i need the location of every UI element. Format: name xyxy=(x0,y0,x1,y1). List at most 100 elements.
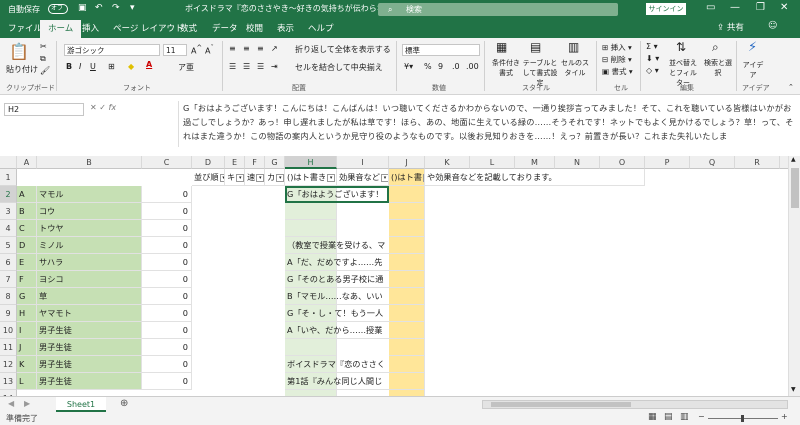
share-button[interactable]: ⇪ 共有 xyxy=(717,21,744,33)
cell-h3[interactable] xyxy=(285,203,337,220)
comma-icon[interactable]: 9 xyxy=(438,62,443,71)
cell-j3[interactable] xyxy=(389,203,425,220)
character-id-cell[interactable]: F xyxy=(17,271,37,288)
maximize-icon[interactable]: ❐ xyxy=(756,2,765,13)
paste-button[interactable]: 貼り付け xyxy=(6,64,38,75)
add-sheet-icon[interactable]: ⊕ xyxy=(120,398,128,409)
character-name-cell[interactable]: 男子生徒 xyxy=(37,373,142,390)
minimize-icon[interactable]: — xyxy=(730,2,740,13)
filter-dropdown-icon[interactable]: ▾ xyxy=(236,173,244,182)
header-cell-j[interactable]: ()はト書▾ xyxy=(389,169,425,186)
cell-j9[interactable] xyxy=(389,305,425,322)
row-header-3[interactable]: 3 xyxy=(0,203,17,220)
script-line-cell[interactable]: A「だ、だめですよ……先 xyxy=(285,254,389,271)
underline-icon[interactable]: U xyxy=(90,62,96,71)
character-name-cell[interactable]: 男子生徒 xyxy=(37,322,142,339)
tab-home[interactable]: ホーム xyxy=(40,20,82,38)
cell-j2[interactable] xyxy=(389,186,425,203)
font-size-select[interactable]: 11 xyxy=(163,44,187,56)
decrease-decimal-icon[interactable]: .00 xyxy=(466,62,479,71)
enter-icon[interactable]: ✓ xyxy=(99,103,106,112)
column-header-s[interactable]: S xyxy=(780,156,788,169)
column-header-g[interactable]: G xyxy=(265,156,285,169)
character-id-cell[interactable]: I xyxy=(17,322,37,339)
clear-icon[interactable]: ◇ ▾ xyxy=(646,66,659,75)
character-name-cell[interactable]: ヨシコ xyxy=(37,271,142,288)
header-cell-e[interactable]: キ ▾ xyxy=(225,169,245,186)
character-id-cell[interactable]: D xyxy=(17,237,37,254)
column-header-j[interactable]: J xyxy=(389,156,425,169)
scroll-up-icon[interactable]: ▲ xyxy=(791,156,796,163)
column-header-p[interactable]: P xyxy=(645,156,690,169)
character-name-cell[interactable]: 男子生徒 xyxy=(37,339,142,356)
paste-icon[interactable]: 📋 xyxy=(9,42,29,61)
script-line-cell[interactable]: G「そ・し・て！もう一人 xyxy=(285,305,389,322)
column-header-i[interactable]: I xyxy=(337,156,389,169)
character-count-cell[interactable]: 0 xyxy=(142,322,192,339)
align-right-icon[interactable]: ☰ xyxy=(257,62,264,71)
normal-view-icon[interactable]: ▦ xyxy=(648,412,657,422)
character-id-cell[interactable]: J xyxy=(17,339,37,356)
row-header-4[interactable]: 4 xyxy=(0,220,17,237)
scroll-thumb[interactable] xyxy=(791,168,799,208)
filter-dropdown-icon[interactable]: ▾ xyxy=(276,173,284,182)
cell-j4[interactable] xyxy=(389,220,425,237)
character-count-cell[interactable]: 0 xyxy=(142,288,192,305)
merge-center-button[interactable]: セルを結合して中央揃え xyxy=(295,62,383,73)
tab-view[interactable]: 表示 xyxy=(277,22,294,34)
row-header-1[interactable]: 1 xyxy=(0,169,17,186)
character-id-cell[interactable]: G xyxy=(17,288,37,305)
row-header-12[interactable]: 12 xyxy=(0,356,17,373)
undo-icon[interactable]: ↶ xyxy=(95,3,103,13)
column-header-r[interactable]: R xyxy=(735,156,780,169)
redo-icon[interactable]: ↷ xyxy=(112,3,120,13)
character-name-cell[interactable]: 男子生徒 xyxy=(37,356,142,373)
column-header-k[interactable]: K xyxy=(425,156,470,169)
script-line-cell[interactable]: G「そのとある男子校に通 xyxy=(285,271,389,288)
insert-cells-button[interactable]: ⊞ 挿入 ▾ xyxy=(602,42,632,53)
scroll-down-icon[interactable]: ▼ xyxy=(791,386,796,393)
format-cells-button[interactable]: ▣ 書式 ▾ xyxy=(602,66,633,77)
row-header-10[interactable]: 10 xyxy=(0,322,17,339)
ideas-button[interactable]: アイデア xyxy=(740,60,766,80)
fill-icon[interactable]: ⬇ ▾ xyxy=(646,54,659,63)
cell-h4[interactable] xyxy=(285,220,337,237)
character-id-cell[interactable]: L xyxy=(17,373,37,390)
horizontal-scrollbar[interactable] xyxy=(482,400,788,409)
search-box[interactable]: ⌕ 検索 xyxy=(378,3,618,16)
comment-icon[interactable]: ☺ xyxy=(768,21,777,31)
align-center-icon[interactable]: ☰ xyxy=(243,62,250,71)
character-count-cell[interactable]: 0 xyxy=(142,271,192,288)
column-header-h[interactable]: H xyxy=(285,156,337,169)
column-header-m[interactable]: M xyxy=(515,156,555,169)
cell-j10[interactable] xyxy=(389,322,425,339)
tab-data[interactable]: データ xyxy=(212,22,238,34)
close-icon[interactable]: ✕ xyxy=(780,2,788,13)
filter-dropdown-icon[interactable]: ▾ xyxy=(327,173,336,182)
worksheet-grid[interactable]: ABCDEFGHIJKLMNOPQRS 12345678910111213141… xyxy=(0,156,788,396)
row-header-6[interactable]: 6 xyxy=(0,254,17,271)
collapse-ribbon-icon[interactable]: ⌃ xyxy=(788,83,794,91)
character-id-cell[interactable]: K xyxy=(17,356,37,373)
script-line-cell[interactable]: 第1話『みんな同じ人間じ xyxy=(285,373,389,390)
column-header-e[interactable]: E xyxy=(225,156,245,169)
borders-icon[interactable]: ⊞ xyxy=(108,62,115,71)
column-header-n[interactable]: N xyxy=(555,156,600,169)
orientation-icon[interactable]: ↗ xyxy=(271,44,278,53)
character-name-cell[interactable]: マモル xyxy=(37,186,142,203)
conditional-format-button[interactable]: 条件付き書式 xyxy=(490,58,522,78)
header-cell-g[interactable]: カ ▾ xyxy=(265,169,285,186)
character-id-cell[interactable]: C xyxy=(17,220,37,237)
sheet-tab[interactable]: Sheet1 xyxy=(56,397,106,412)
row-header-8[interactable]: 8 xyxy=(0,288,17,305)
save-icon[interactable]: ▣ xyxy=(78,3,87,13)
tab-file[interactable]: ファイル xyxy=(8,22,42,34)
name-box[interactable]: H2 xyxy=(4,103,84,116)
cancel-icon[interactable]: ✕ xyxy=(90,103,97,112)
column-header-q[interactable]: Q xyxy=(690,156,735,169)
tab-review[interactable]: 校閲 xyxy=(246,22,263,34)
character-name-cell[interactable]: トウヤ xyxy=(37,220,142,237)
filter-dropdown-icon[interactable]: ▾ xyxy=(256,173,264,182)
filter-dropdown-icon[interactable]: ▾ xyxy=(380,173,388,182)
bold-icon[interactable]: B xyxy=(66,62,72,71)
